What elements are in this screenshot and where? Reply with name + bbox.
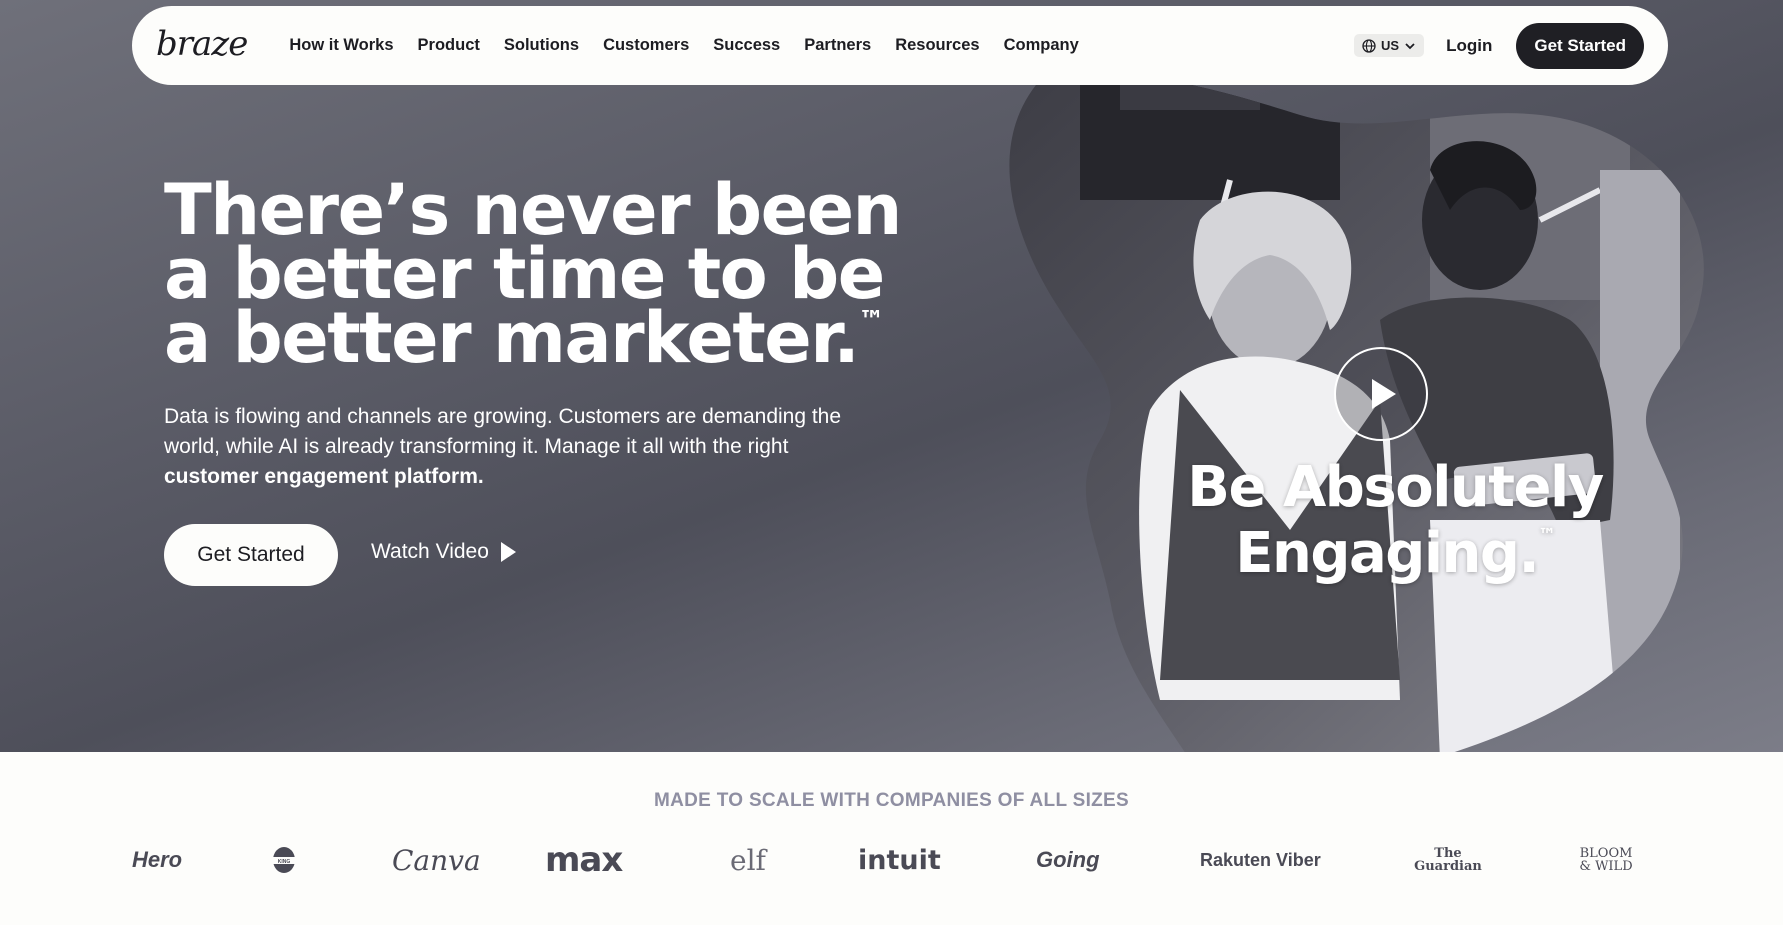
nav-link-partners[interactable]: Partners <box>792 36 883 55</box>
hero-subtext: Data is flowing and channels are growing… <box>164 402 884 492</box>
nav-links: How it Works Product Solutions Customers… <box>277 36 1090 55</box>
headline-text: There’s never been a better time to be a… <box>164 169 902 379</box>
customer-logo-canva: Canva <box>392 843 481 877</box>
svg-text:KING: KING <box>278 859 291 865</box>
customer-logo-hero: Hero <box>132 847 183 872</box>
nav-link-success[interactable]: Success <box>701 36 792 55</box>
play-icon <box>500 542 516 562</box>
play-video-button[interactable] <box>1334 347 1428 441</box>
play-icon <box>1372 379 1396 409</box>
customer-logo-burger-king: KING <box>272 842 296 878</box>
burger-king-logo-icon: KING <box>273 847 295 873</box>
nav-link-resources[interactable]: Resources <box>883 36 991 55</box>
tagline-line2: Engaging.™ <box>1235 521 1556 586</box>
customer-logo-elf: elf <box>730 843 766 877</box>
braze-logo[interactable]: braze <box>156 24 248 64</box>
nav-get-started-button[interactable]: Get Started <box>1516 22 1644 69</box>
customer-logo-bloom-wild: BLOOM & WILD <box>1579 846 1633 874</box>
top-nav: braze How it Works Product Solutions Cus… <box>132 6 1668 85</box>
chevron-down-icon <box>1405 42 1415 49</box>
subtext-body: Data is flowing and channels are growing… <box>164 405 842 458</box>
hero-tagline: Be Absolutely Engaging.™ <box>1180 455 1610 587</box>
nav-link-product[interactable]: Product <box>406 36 492 55</box>
nav-link-solutions[interactable]: Solutions <box>492 36 591 55</box>
nav-link-how-it-works[interactable]: How it Works <box>277 36 405 55</box>
customer-logo-rakuten-viber: Rakuten Viber <box>1200 849 1321 870</box>
nav-link-customers[interactable]: Customers <box>591 36 701 55</box>
customer-logo-intuit: intuit <box>858 844 941 876</box>
login-link[interactable]: Login <box>1446 36 1492 56</box>
globe-icon <box>1362 38 1376 53</box>
logos-title: MADE TO SCALE WITH COMPANIES OF ALL SIZE… <box>654 790 1129 811</box>
hero-get-started-button[interactable]: Get Started <box>164 524 338 586</box>
nav-right: US Login Get Started <box>1354 22 1644 69</box>
hero-headline: There’s never been a better time to be a… <box>164 175 924 373</box>
tagline-line1: Be Absolutely <box>1187 455 1604 520</box>
customer-logo-the-guardian: The Guardian <box>1414 846 1482 874</box>
subtext-bold: customer engagement platform. <box>164 465 484 488</box>
trademark: ™ <box>858 306 884 336</box>
locale-label: US <box>1381 38 1400 53</box>
watch-video-link[interactable]: Watch Video <box>371 540 516 564</box>
locale-selector[interactable]: US <box>1354 34 1425 57</box>
section-divider <box>0 752 1783 755</box>
nav-link-company[interactable]: Company <box>992 36 1091 55</box>
customer-logo-max: max <box>545 840 623 880</box>
watch-video-label: Watch Video <box>371 540 489 563</box>
customer-logo-going: Going <box>1036 847 1100 872</box>
